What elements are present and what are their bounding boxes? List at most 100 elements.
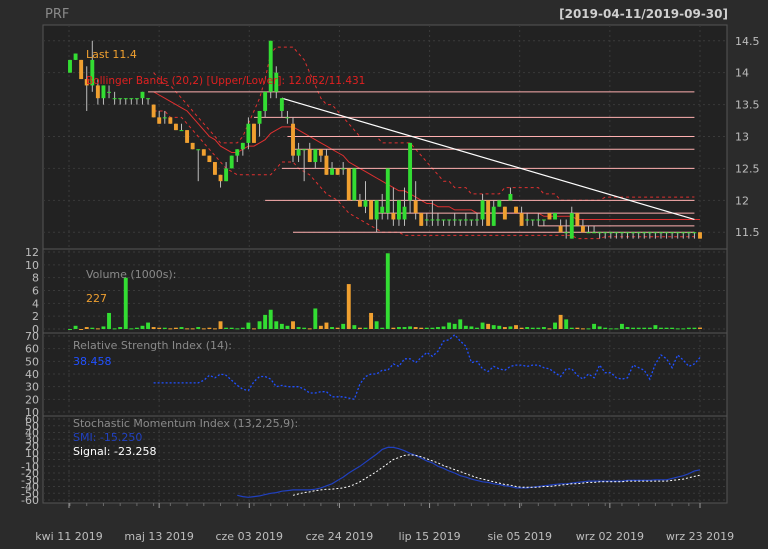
candle-body bbox=[140, 91, 145, 99]
volume-bar bbox=[185, 328, 190, 330]
volume-bar bbox=[575, 327, 580, 329]
volume-bar bbox=[190, 328, 195, 330]
volume-bar bbox=[369, 312, 374, 329]
volume-bar bbox=[90, 327, 95, 329]
volume-bar bbox=[307, 328, 312, 330]
volume-bar bbox=[530, 327, 535, 329]
smi-label: Stochastic Momentum Index (13,2,25,9): bbox=[73, 417, 298, 430]
candle-body bbox=[101, 85, 106, 99]
candle-body bbox=[424, 219, 429, 221]
volume-bar bbox=[140, 325, 145, 329]
last-price-label: Last 11.4 bbox=[86, 48, 137, 61]
y-tick-label: 60 bbox=[25, 343, 39, 356]
volume-bar bbox=[302, 327, 307, 329]
candle-body bbox=[469, 219, 474, 221]
y-tick-label: 60 bbox=[25, 413, 39, 426]
volume-bar bbox=[151, 327, 156, 329]
y-tick-label: 12 bbox=[735, 194, 749, 207]
volume-last: 227 bbox=[86, 292, 107, 305]
volume-bar bbox=[664, 327, 669, 329]
candle-body bbox=[408, 142, 413, 201]
y-tick-label: 12.5 bbox=[735, 162, 760, 175]
volume-bar bbox=[547, 328, 552, 330]
y-tick-label: 20 bbox=[25, 393, 39, 406]
volume-bar bbox=[162, 327, 167, 329]
candle-body bbox=[575, 213, 580, 226]
volume-bar bbox=[525, 327, 530, 329]
volume-bar bbox=[330, 327, 334, 329]
volume-bar bbox=[491, 325, 496, 329]
volume-bar bbox=[675, 328, 680, 330]
volume-bar bbox=[118, 327, 123, 329]
volume-label: Volume (1000s): bbox=[86, 268, 176, 281]
volume-bar bbox=[374, 321, 379, 329]
candle-body bbox=[123, 98, 128, 100]
volume-bar bbox=[608, 328, 613, 330]
volume-bar bbox=[213, 328, 217, 330]
candle-body bbox=[508, 193, 513, 201]
candle-body bbox=[307, 149, 312, 163]
volume-bar bbox=[218, 321, 223, 329]
candle-body bbox=[168, 117, 173, 124]
candle-body bbox=[564, 232, 569, 234]
volume-bar bbox=[653, 325, 658, 329]
candle-body bbox=[369, 200, 374, 220]
candle-body bbox=[352, 168, 357, 201]
volume-bar bbox=[134, 327, 139, 329]
candle-body bbox=[363, 200, 368, 207]
candle-body bbox=[480, 200, 485, 220]
x-tick-label: cze 03 2019 bbox=[215, 530, 283, 543]
candle-body bbox=[213, 162, 217, 175]
candle-body bbox=[402, 206, 407, 220]
volume-bar bbox=[441, 326, 446, 329]
candle-body bbox=[112, 98, 117, 100]
candle-body bbox=[569, 213, 574, 239]
smi-value: SMI: -15.250 bbox=[73, 431, 142, 444]
candle-body bbox=[502, 206, 507, 220]
x-tick-label: wrz 23 2019 bbox=[666, 530, 734, 543]
volume-bar bbox=[541, 327, 546, 329]
volume-bar bbox=[502, 327, 507, 329]
chart-root: 11.5 12 12.5 13 13.5 14 14.5 0 2 4 6 8 10 12 10 20 30 40 5… bbox=[0, 0, 768, 549]
y-tick-label: 4 bbox=[32, 297, 39, 310]
volume-bar bbox=[670, 327, 675, 329]
volume-bar bbox=[252, 328, 256, 330]
volume-bar bbox=[68, 329, 72, 330]
volume-bar bbox=[592, 323, 597, 329]
volume-bar bbox=[352, 325, 357, 329]
volume-bar bbox=[107, 312, 111, 329]
volume-bar bbox=[536, 327, 541, 329]
candle-body bbox=[291, 123, 295, 156]
volume-bar bbox=[207, 327, 212, 329]
candle-body bbox=[79, 59, 84, 80]
volume-bar bbox=[335, 327, 340, 329]
candle-body bbox=[642, 232, 647, 234]
volume-bar bbox=[553, 322, 557, 329]
candle-body bbox=[151, 104, 156, 118]
candle-body bbox=[279, 98, 284, 111]
candle-body bbox=[441, 219, 446, 221]
y-tick-label: 12 bbox=[25, 246, 39, 259]
volume-bar bbox=[569, 327, 574, 329]
candle-body bbox=[603, 232, 608, 234]
y-tick-label: 70 bbox=[25, 330, 39, 343]
volume-bar bbox=[112, 328, 117, 330]
candle-body bbox=[107, 91, 111, 93]
y-tick-label: 10 bbox=[25, 259, 39, 272]
candle-body bbox=[296, 149, 301, 156]
volume-bar bbox=[424, 327, 429, 329]
x-tick-label: lip 15 2019 bbox=[399, 530, 461, 543]
volume-bar bbox=[123, 277, 128, 329]
candle-body bbox=[536, 219, 541, 221]
candle-body bbox=[430, 219, 435, 221]
candle-body bbox=[647, 232, 652, 234]
candle-body bbox=[341, 168, 346, 170]
candle-body bbox=[196, 149, 201, 151]
volume-bar bbox=[564, 319, 569, 329]
volume-bar bbox=[268, 309, 273, 329]
candle-body bbox=[252, 123, 256, 143]
candle-body bbox=[530, 219, 535, 221]
volume-bar bbox=[313, 308, 318, 329]
volume-bar bbox=[586, 328, 591, 330]
candle-body bbox=[547, 213, 552, 220]
